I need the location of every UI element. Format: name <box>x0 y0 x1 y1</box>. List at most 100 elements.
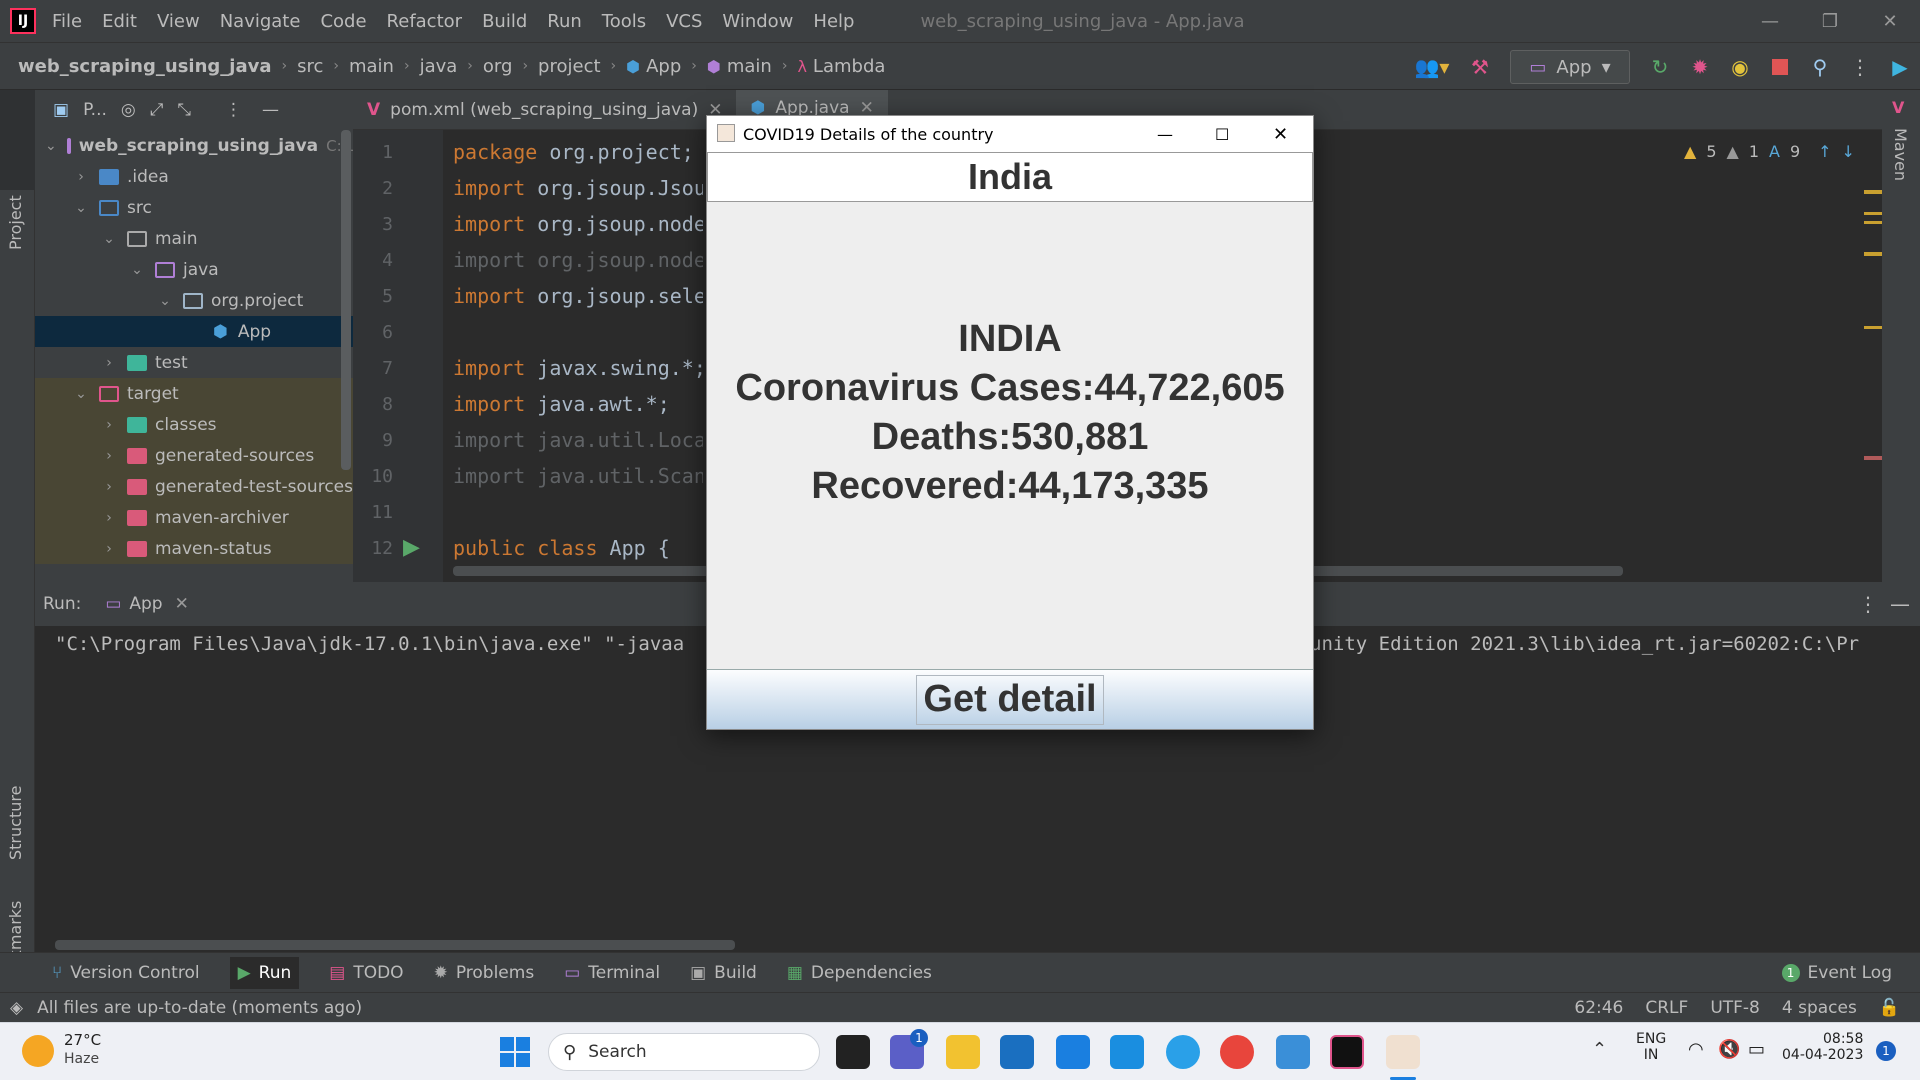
chrome-icon[interactable] <box>1220 1035 1254 1069</box>
breadcrumb-main-method[interactable]: main <box>727 56 772 77</box>
chevron-right-icon[interactable]: › <box>101 417 117 433</box>
chevron-right-icon[interactable]: › <box>101 510 117 526</box>
tab-terminal[interactable]: ▭ Terminal <box>564 963 660 983</box>
wifi-icon[interactable]: ◠ <box>1688 1039 1704 1060</box>
task-view-icon[interactable] <box>836 1035 870 1069</box>
code-with-me-icon[interactable]: ▶ <box>1880 47 1920 87</box>
restore-icon[interactable]: ❐ <box>1800 0 1860 42</box>
tab-problems[interactable]: ✹ Problems <box>434 963 535 983</box>
notification-badge[interactable]: 1 <box>1876 1041 1896 1061</box>
more-vertical-icon[interactable]: ⋮ <box>1840 47 1880 87</box>
structure-tool-tab[interactable]: Structure <box>6 786 25 860</box>
run-tab-app[interactable]: App <box>129 594 162 614</box>
breadcrumb-project[interactable]: web_scraping_using_java <box>18 56 271 77</box>
chevron-down-icon[interactable]: ⌄ <box>45 138 57 154</box>
show-hidden-icons-icon[interactable]: ⌃ <box>1592 1039 1607 1060</box>
stop-icon[interactable] <box>1760 47 1800 87</box>
chevron-down-icon[interactable]: ⌄ <box>73 386 89 402</box>
dialog-minimize-icon[interactable]: — <box>1157 125 1173 144</box>
tab-dependencies[interactable]: ▦ Dependencies <box>787 963 932 983</box>
start-icon[interactable] <box>500 1037 530 1067</box>
country-input[interactable]: India <box>707 152 1313 202</box>
weather-icon[interactable] <box>22 1035 54 1067</box>
clock[interactable]: 08:58 04-04-2023 <box>1782 1031 1863 1063</box>
menu-refactor[interactable]: Refactor <box>387 11 463 32</box>
breadcrumb-src[interactable]: src <box>297 56 323 77</box>
menu-help[interactable]: Help <box>813 11 854 32</box>
menu-code[interactable]: Code <box>320 11 366 32</box>
project-tree-scrollbar[interactable] <box>341 130 351 470</box>
tree-item-maven-status[interactable]: › maven-status <box>35 533 353 564</box>
tree-item-src[interactable]: ⌄ src <box>35 192 353 223</box>
locate-icon[interactable]: ◎ <box>121 100 136 120</box>
close-run-tab-icon[interactable]: ✕ <box>175 594 189 614</box>
tree-item-java[interactable]: ⌄ java <box>35 254 353 285</box>
menu-file[interactable]: File <box>52 11 82 32</box>
collapse-all-icon[interactable]: ⤡ <box>177 100 191 120</box>
inspection-widget[interactable]: ▲ 5 ▲ 1 A9 ↑ ↓ <box>1684 142 1855 161</box>
tree-item-project-root[interactable]: ⌄ web_scraping_using_java C:\Use <box>35 130 353 161</box>
java-app-taskbar-icon[interactable] <box>1386 1035 1420 1069</box>
breadcrumb-java[interactable]: java <box>420 56 458 77</box>
tree-item-test[interactable]: › test <box>35 347 353 378</box>
taskbar-search[interactable]: ⚲ Search <box>548 1033 820 1071</box>
mail-icon[interactable] <box>1056 1035 1090 1069</box>
menu-view[interactable]: View <box>157 11 200 32</box>
indent-setting[interactable]: 4 spaces <box>1782 998 1857 1018</box>
debug-icon[interactable]: ✹ <box>1680 47 1720 87</box>
chevron-right-icon[interactable]: › <box>101 541 117 557</box>
tree-item-idea[interactable]: › .idea <box>35 161 353 192</box>
tab-build[interactable]: ▣ Build <box>690 963 757 983</box>
build-hammer-icon[interactable]: ⚒ <box>1460 47 1500 87</box>
hide-panel-icon[interactable]: — <box>262 100 279 120</box>
run-configuration-select[interactable]: ▭ App ▾ <box>1510 50 1630 84</box>
store-icon[interactable] <box>1000 1035 1034 1069</box>
file-encoding[interactable]: UTF-8 <box>1710 998 1760 1018</box>
language-indicator[interactable]: ENG IN <box>1636 1031 1666 1063</box>
tree-item-generated-sources[interactable]: › generated-sources <box>35 440 353 471</box>
breadcrumb-lambda[interactable]: Lambda <box>813 56 885 77</box>
coverage-icon[interactable]: ◉ <box>1720 47 1760 87</box>
dialog-maximize-icon[interactable]: ☐ <box>1215 125 1229 144</box>
tree-item-maven-archiver[interactable]: › maven-archiver <box>35 502 353 533</box>
expand-all-icon[interactable]: ⤢ <box>150 100 164 120</box>
tab-todo[interactable]: ▤ TODO <box>329 963 403 983</box>
previous-highlight-icon[interactable]: ↑ <box>1818 142 1831 161</box>
chevron-right-icon[interactable]: › <box>101 448 117 464</box>
breadcrumb-main[interactable]: main <box>349 56 394 77</box>
tree-item-org-project[interactable]: ⌄ org.project <box>35 285 353 316</box>
layers-icon[interactable]: ◈ <box>10 998 23 1018</box>
myhp-icon[interactable] <box>1110 1035 1144 1069</box>
tab-run[interactable]: ▶ Run <box>229 956 300 989</box>
hide-run-panel-icon[interactable]: — <box>1890 592 1910 616</box>
error-stripe-mark[interactable] <box>1864 212 1884 224</box>
breadcrumb-org[interactable]: org <box>483 56 513 77</box>
line-separator[interactable]: CRLF <box>1645 998 1688 1018</box>
chevron-right-icon[interactable]: › <box>73 169 89 185</box>
rerun-icon[interactable]: ↻ <box>1640 47 1680 87</box>
intellij-taskbar-icon[interactable] <box>1330 1035 1364 1069</box>
options-icon[interactable]: ⋮ <box>225 100 242 120</box>
menu-navigate[interactable]: Navigate <box>220 11 301 32</box>
status-message[interactable]: All files are up-to-date (moments ago) <box>37 998 362 1018</box>
project-view-select[interactable]: P... <box>83 100 107 120</box>
folder-icon[interactable]: ▣ <box>53 100 69 120</box>
chevron-down-icon[interactable]: ⌄ <box>101 231 117 247</box>
chevron-right-icon[interactable]: › <box>101 479 117 495</box>
menu-tools[interactable]: Tools <box>602 11 646 32</box>
minimize-icon[interactable]: — <box>1740 0 1800 42</box>
menu-vcs[interactable]: VCS <box>666 11 702 32</box>
tree-item-main[interactable]: ⌄ main <box>35 223 353 254</box>
error-stripe-mark[interactable] <box>1864 190 1884 194</box>
caret-position[interactable]: 62:46 <box>1574 998 1623 1018</box>
tab-version-control[interactable]: ⑂ Version Control <box>52 963 200 983</box>
dialog-close-icon[interactable]: ✕ <box>1273 124 1288 145</box>
intellij-logo-icon[interactable]: IJ <box>10 8 36 34</box>
menu-edit[interactable]: Edit <box>102 11 137 32</box>
get-detail-button[interactable]: Get detail <box>916 674 1104 725</box>
close-icon[interactable]: ✕ <box>1860 0 1920 42</box>
weather-temp[interactable]: 27°C <box>64 1031 101 1049</box>
event-log-button[interactable]: 1 Event Log <box>1781 963 1892 983</box>
tree-item-app[interactable]: ⬢ App <box>35 316 353 347</box>
battery-icon[interactable]: ▭ <box>1748 1039 1765 1060</box>
